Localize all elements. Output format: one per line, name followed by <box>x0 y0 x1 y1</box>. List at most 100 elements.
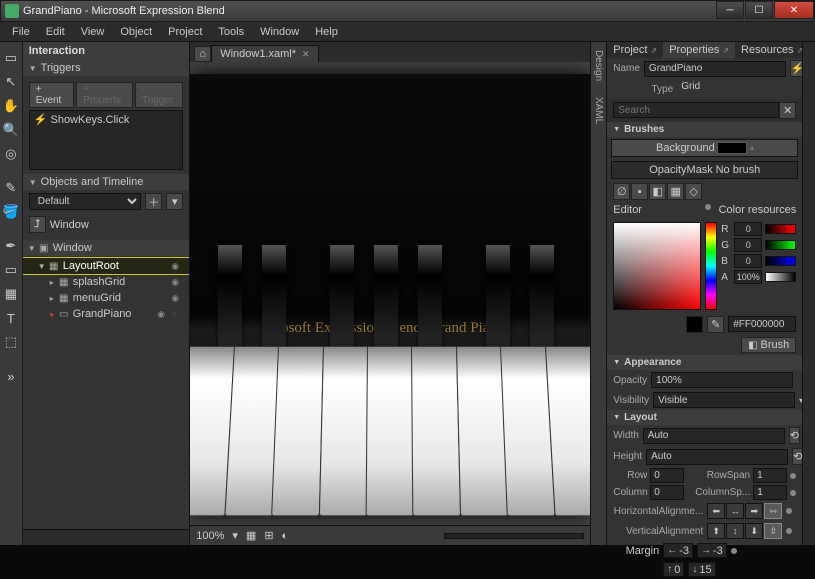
design-tab[interactable]: Design <box>591 42 606 89</box>
brush-opacitymask[interactable]: OpacityMask No brush <box>611 161 798 179</box>
height-input[interactable] <box>646 449 788 465</box>
hue-slider[interactable] <box>705 222 717 310</box>
rectangle-tool[interactable]: ▭ <box>1 260 21 280</box>
width-auto-button[interactable]: ⟲ <box>789 427 800 444</box>
tile-brush-button[interactable]: ▦ <box>667 183 684 200</box>
brush-background[interactable]: Background ▫ <box>611 139 798 157</box>
tree-row[interactable]: ▸▦splashGrid◉ <box>23 274 190 290</box>
margin-bottom-input[interactable]: ↓ 15 <box>688 562 715 577</box>
add-event-button[interactable]: + Event <box>29 82 74 108</box>
scroll-horiz[interactable] <box>444 533 584 539</box>
menu-tools[interactable]: Tools <box>210 24 252 40</box>
grand-piano-control[interactable]: rosoft Expression Blend: Grand Piano <box>190 74 590 514</box>
timeline-header[interactable]: Objects and Timeline <box>23 174 190 190</box>
name-field[interactable] <box>644 61 786 77</box>
opacity-input[interactable] <box>651 372 793 388</box>
menu-view[interactable]: View <box>73 24 113 40</box>
menu-file[interactable]: File <box>4 24 38 40</box>
g-input[interactable] <box>734 238 762 252</box>
effects-icon[interactable]: ◐ <box>282 530 289 542</box>
add-property-button[interactable]: + Property <box>76 82 133 108</box>
lock-icon[interactable]: ◌ <box>171 309 185 319</box>
eyedropper-icon[interactable]: ✎ <box>707 316 724 333</box>
asset-tool[interactable]: » <box>1 366 21 386</box>
visibility-toggle[interactable]: ◉ <box>157 309 171 320</box>
color-field[interactable] <box>613 222 701 310</box>
tree-row[interactable]: ▼▦LayoutRoot◉ <box>23 258 190 274</box>
column-input[interactable] <box>650 485 684 500</box>
valign-top[interactable]: ⬆ <box>707 523 725 539</box>
search-input[interactable] <box>613 102 779 118</box>
resource-brush-button[interactable]: ◇ <box>685 183 702 200</box>
prev-color-swatch[interactable] <box>686 316 703 333</box>
document-tab[interactable]: Window1.xaml* ✕ <box>211 45 318 62</box>
b-input[interactable] <box>734 254 762 268</box>
width-input[interactable] <box>643 428 785 444</box>
zoom-value[interactable]: 100% <box>196 530 224 542</box>
halign-right[interactable]: ➡ <box>745 503 763 519</box>
pan-tool[interactable]: ✋ <box>1 96 21 116</box>
no-brush-button[interactable]: ∅ <box>613 183 630 200</box>
snap-icon[interactable]: ⊞ <box>264 529 273 542</box>
triggers-header[interactable]: Triggers <box>23 60 190 76</box>
margin-right-input[interactable]: → -3 <box>697 543 727 558</box>
valign-center[interactable]: ↕ <box>726 523 744 539</box>
direct-selection-tool[interactable]: ↖ <box>1 72 21 92</box>
visibility-select[interactable] <box>653 392 795 408</box>
xaml-tab[interactable]: XAML <box>591 89 606 132</box>
canvas[interactable]: rosoft Expression Blend: Grand Piano <box>190 62 590 525</box>
triggers-list[interactable]: ⚡ ShowKeys.Click <box>29 110 184 170</box>
clear-search-button[interactable]: ✕ <box>779 102 796 119</box>
r-input[interactable] <box>734 222 762 236</box>
storyboard-menu-button[interactable]: ▾ <box>166 193 183 210</box>
close-button[interactable]: ✕ <box>774 1 814 19</box>
vertical-scrollbar[interactable] <box>802 42 815 545</box>
r-slider[interactable] <box>765 224 796 234</box>
row-input[interactable] <box>650 468 684 483</box>
margin-top-input[interactable]: ↑ 0 <box>663 562 684 577</box>
menu-project[interactable]: Project <box>160 24 210 40</box>
grid-icon[interactable]: ▦ <box>246 529 256 542</box>
g-slider[interactable] <box>765 240 796 250</box>
halign-center[interactable]: ↔ <box>726 503 744 519</box>
maximize-button[interactable]: ☐ <box>745 1 773 19</box>
tree-row[interactable]: ▼▣Window <box>23 240 190 256</box>
selection-tool[interactable]: ▭ <box>1 48 21 68</box>
zoom-tool[interactable]: 🔍 <box>1 120 21 140</box>
layout-tool[interactable]: ▦ <box>1 284 21 304</box>
brush-tool[interactable]: ✎ <box>1 178 21 198</box>
gradient-brush-button[interactable]: ◧ <box>649 183 666 200</box>
text-tool[interactable]: T <box>1 308 21 328</box>
scope-up-button[interactable]: ⮥ <box>29 216 46 233</box>
rowspan-input[interactable] <box>753 468 787 483</box>
menu-object[interactable]: Object <box>112 24 160 40</box>
visibility-toggle[interactable]: ◉ <box>171 293 185 304</box>
b-slider[interactable] <box>765 256 796 266</box>
menu-edit[interactable]: Edit <box>38 24 73 40</box>
remove-trigger-button[interactable]: - Trigger <box>135 82 183 108</box>
a-slider[interactable] <box>765 272 796 282</box>
halign-left[interactable]: ⬅ <box>707 503 725 519</box>
tree-row[interactable]: ▸▦menuGrid◉ <box>23 290 190 306</box>
a-input[interactable] <box>734 270 762 284</box>
tab-resources[interactable]: Resources⇗ <box>735 42 809 58</box>
visibility-toggle[interactable]: ◉ <box>171 261 185 272</box>
halign-stretch[interactable]: ⇿ <box>764 503 782 519</box>
visibility-toggle[interactable]: ◉ <box>171 277 185 288</box>
new-storyboard-button[interactable]: ＋ <box>145 193 162 210</box>
paint-bucket-tool[interactable]: 🪣 <box>1 202 21 222</box>
pen-tool[interactable]: ✒ <box>1 236 21 256</box>
valign-bottom[interactable]: ⬇ <box>745 523 763 539</box>
brushes-category[interactable]: Brushes <box>607 122 802 137</box>
margin-left-input[interactable]: ← -3 <box>663 543 693 558</box>
colspan-input[interactable] <box>753 485 787 500</box>
minimize-button[interactable]: ─ <box>716 1 744 19</box>
camera-tool[interactable]: ◎ <box>1 144 21 164</box>
trigger-item[interactable]: ⚡ ShowKeys.Click <box>34 113 179 126</box>
tree-row[interactable]: ●▭GrandPiano◉◌ <box>23 306 190 322</box>
close-tab-icon[interactable]: ✕ <box>302 49 310 60</box>
brush-convert-button[interactable]: ◧ Brush <box>741 337 796 353</box>
valign-stretch[interactable]: ⇳ <box>764 523 782 539</box>
storyboard-select[interactable]: Default <box>29 193 142 210</box>
menu-help[interactable]: Help <box>307 24 346 40</box>
